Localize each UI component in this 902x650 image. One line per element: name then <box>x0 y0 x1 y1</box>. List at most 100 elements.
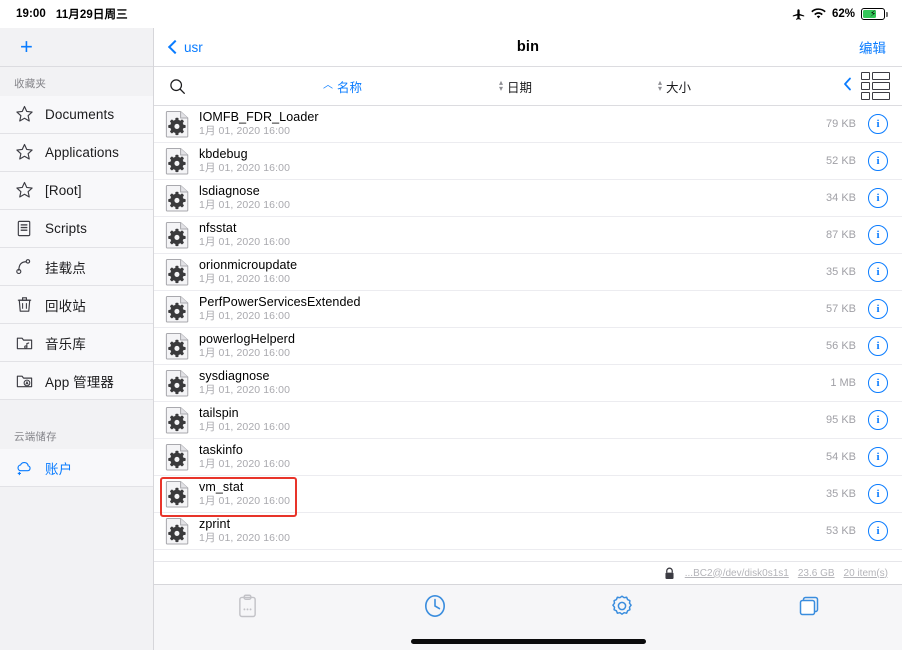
app-folder-icon <box>13 370 35 392</box>
grid-view-icon[interactable] <box>861 72 890 100</box>
info-icon[interactable]: i <box>868 410 888 430</box>
mount-path-label[interactable]: ...BC2@/dev/disk0s1s1 <box>685 568 789 579</box>
file-size: 79 KB <box>826 118 856 130</box>
file-name: tailspin <box>199 407 239 420</box>
file-meta: orionmicroupdate 1月 01, 2020 16:00 <box>199 259 826 285</box>
file-size: 35 KB <box>826 266 856 278</box>
tab-bar <box>154 584 902 632</box>
sidebar-item-label: App 管理器 <box>45 374 114 390</box>
sidebar-item-label: Scripts <box>45 221 87 236</box>
file-gear-document-icon <box>162 184 192 212</box>
back-button[interactable]: usr <box>167 40 203 55</box>
edit-button[interactable]: 编辑 <box>859 37 886 57</box>
sidebar-item-recycle-bin[interactable]: 回收站 <box>0 286 153 324</box>
airplane-icon <box>792 8 805 21</box>
info-icon[interactable]: i <box>868 447 888 467</box>
info-icon[interactable]: i <box>868 299 888 319</box>
column-header-name-label: 名称 <box>337 80 363 95</box>
star-icon <box>13 104 35 126</box>
info-icon[interactable]: i <box>868 521 888 541</box>
sidebar-item-label: Documents <box>45 107 115 122</box>
sidebar-favorites-list: Documents Applications [Root] Scripts 挂载… <box>0 96 153 400</box>
column-header-size-label: 大小 <box>666 80 692 95</box>
file-gear-document-icon <box>162 221 192 249</box>
info-icon[interactable]: i <box>868 225 888 245</box>
file-gear-document-icon <box>162 332 192 360</box>
file-size: 57 KB <box>826 303 856 315</box>
column-header-name[interactable]: ︿ 名称 <box>323 77 362 96</box>
info-icon[interactable]: i <box>868 373 888 393</box>
file-meta: PerfPowerServicesExtended 1月 01, 2020 16:… <box>199 296 826 322</box>
file-size: 54 KB <box>826 451 856 463</box>
file-row[interactable]: tailspin 1月 01, 2020 16:00 95 KB i <box>154 402 902 439</box>
status-bar: 19:00 11月29日周三 62% ⚡ <box>0 0 902 28</box>
file-row[interactable]: sysdiagnose 1月 01, 2020 16:00 1 MB i <box>154 365 902 402</box>
sidebar-item-account[interactable]: 账户 <box>0 449 153 487</box>
file-row[interactable]: taskinfo 1月 01, 2020 16:00 54 KB i <box>154 439 902 476</box>
capacity-label[interactable]: 23.6 GB <box>798 568 835 579</box>
info-icon[interactable]: i <box>868 188 888 208</box>
music-folder-icon <box>13 332 35 354</box>
file-row[interactable]: nfsstat 1月 01, 2020 16:00 87 KB i <box>154 217 902 254</box>
tab-settings[interactable] <box>528 593 715 624</box>
sidebar-item-label: 账户 <box>45 461 73 477</box>
tab-windows[interactable] <box>715 594 902 623</box>
item-count-label[interactable]: 20 item(s) <box>844 568 888 579</box>
file-date: 1月 01, 2020 16:00 <box>199 273 291 285</box>
file-date: 1月 01, 2020 16:00 <box>199 384 291 396</box>
sidebar-item-applications[interactable]: Applications <box>0 134 153 172</box>
sidebar-item-music-library[interactable]: 音乐库 <box>0 324 153 362</box>
home-indicator-area <box>154 632 902 650</box>
file-name: nfsstat <box>199 222 237 235</box>
search-icon[interactable] <box>154 78 200 95</box>
add-favorite-button[interactable]: + <box>20 36 33 58</box>
file-meta: vm_stat 1月 01, 2020 16:00 <box>199 481 826 507</box>
wifi-icon <box>811 8 826 20</box>
tab-clipboard[interactable] <box>154 594 341 624</box>
sidebar-item-scripts[interactable]: Scripts <box>0 210 153 248</box>
file-gear-document-icon <box>162 147 192 175</box>
ipad-file-manager-screen: 19:00 11月29日周三 62% ⚡ + 收藏夹 Documents App… <box>0 0 902 650</box>
file-row[interactable]: orionmicroupdate 1月 01, 2020 16:00 35 KB i <box>154 254 902 291</box>
file-size: 95 KB <box>826 414 856 426</box>
file-meta: lsdiagnose 1月 01, 2020 16:00 <box>199 185 826 211</box>
info-icon[interactable]: i <box>868 336 888 356</box>
sidebar-item-mount-points[interactable]: 挂载点 <box>0 248 153 286</box>
sidebar-filler <box>0 487 153 650</box>
column-header-size[interactable]: ▴ ▾ 大小 <box>658 77 691 96</box>
home-indicator[interactable] <box>410 638 646 644</box>
file-row[interactable]: PerfPowerServicesExtended 1月 01, 2020 16:… <box>154 291 902 328</box>
file-gear-document-icon <box>162 406 192 434</box>
file-meta: taskinfo 1月 01, 2020 16:00 <box>199 444 826 470</box>
file-row[interactable]: kbdebug 1月 01, 2020 16:00 52 KB i <box>154 143 902 180</box>
file-date: 1月 01, 2020 16:00 <box>199 199 291 211</box>
status-date: 11月29日周三 <box>55 9 128 21</box>
sidebar-item-app-manager[interactable]: App 管理器 <box>0 362 153 400</box>
info-icon[interactable]: i <box>868 114 888 134</box>
file-row[interactable]: vm_stat 1月 01, 2020 16:00 35 KB i <box>154 476 902 513</box>
script-icon <box>13 218 35 240</box>
tab-recents[interactable] <box>341 593 528 624</box>
sidebar: + 收藏夹 Documents Applications [Root] Scri… <box>0 28 154 650</box>
clock-icon <box>422 593 448 624</box>
sidebar-item-root[interactable]: [Root] <box>0 172 153 210</box>
file-row[interactable]: IOMFB_FDR_Loader 1月 01, 2020 16:00 79 KB i <box>154 106 902 143</box>
info-icon[interactable]: i <box>868 262 888 282</box>
file-gear-document-icon <box>162 295 192 323</box>
column-header-date[interactable]: ▴ ▾ 日期 <box>499 77 532 96</box>
info-icon[interactable]: i <box>868 484 888 504</box>
star-icon <box>13 180 35 202</box>
sidebar-item-documents[interactable]: Documents <box>0 96 153 134</box>
chevron-left-icon[interactable] <box>843 77 852 96</box>
file-row[interactable]: lsdiagnose 1月 01, 2020 16:00 34 KB i <box>154 180 902 217</box>
app-body: + 收藏夹 Documents Applications [Root] Scri… <box>0 28 902 650</box>
file-row[interactable]: zprint 1月 01, 2020 16:00 53 KB i <box>154 513 902 550</box>
file-row[interactable]: powerlogHelperd 1月 01, 2020 16:00 56 KB i <box>154 328 902 365</box>
file-list[interactable]: IOMFB_FDR_Loader 1月 01, 2020 16:00 79 KB i k… <box>154 106 902 561</box>
file-name: IOMFB_FDR_Loader <box>199 111 319 124</box>
info-icon[interactable]: i <box>868 151 888 171</box>
main-pane: usr bin 编辑 ︿ 名称 ▴ ▾ 日期 ▴ ▾ 大小 IOMFB_FDR_… <box>154 28 902 650</box>
file-name: kbdebug <box>199 148 248 161</box>
file-date: 1月 01, 2020 16:00 <box>199 421 291 433</box>
file-date: 1月 01, 2020 16:00 <box>199 458 291 470</box>
